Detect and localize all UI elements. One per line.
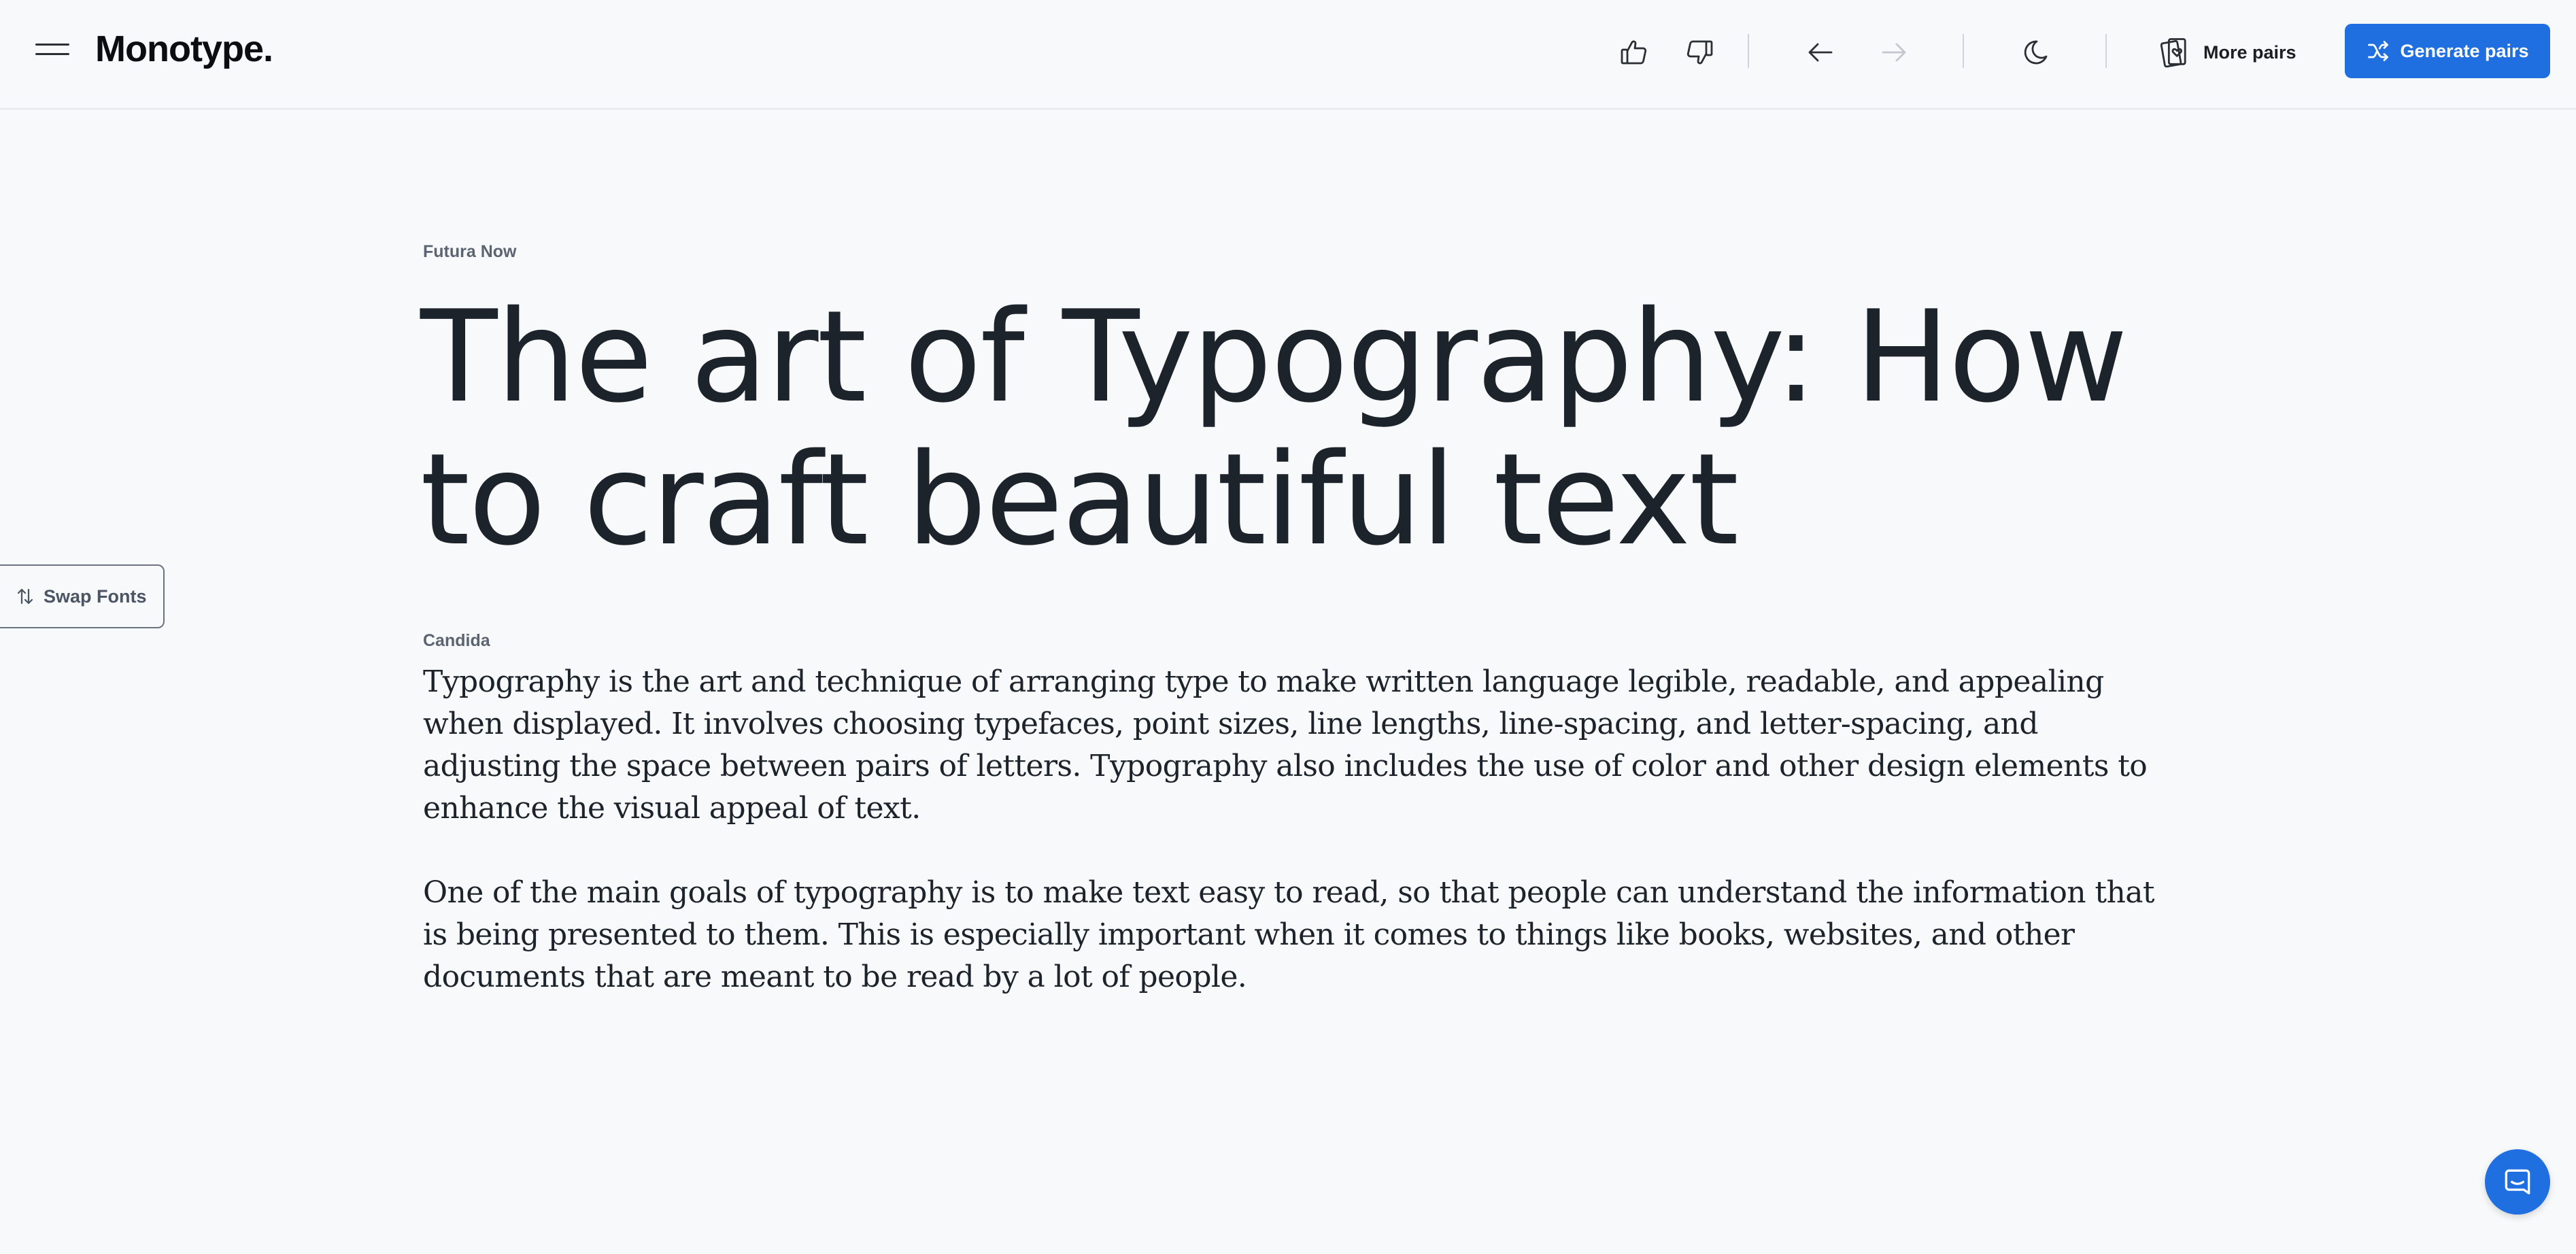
cards-heart-icon (2160, 38, 2186, 68)
moon-icon[interactable] (2013, 30, 2058, 75)
arrow-right-icon[interactable] (1871, 30, 1916, 75)
chat-icon[interactable] (2485, 1149, 2550, 1215)
monotype-logo[interactable]: Monotype. (95, 24, 273, 73)
hamburger-menu-icon[interactable] (34, 35, 72, 63)
divider (1748, 34, 1749, 68)
divider (1963, 34, 1964, 68)
more-pairs-button[interactable]: More pairs (2157, 30, 2297, 75)
paragraph: Typography is the art and technique of a… (423, 664, 2148, 826)
more-pairs-label: More pairs (2203, 41, 2297, 63)
swap-arrows-icon (17, 588, 33, 605)
swap-fonts-label: Swap Fonts (44, 586, 147, 607)
thumbs-up-icon[interactable] (1612, 30, 1657, 75)
swap-fonts-button[interactable]: Swap Fonts (0, 564, 165, 628)
arrow-left-icon[interactable] (1798, 30, 1843, 75)
divider (2105, 34, 2107, 68)
body-text: Typography is the art and technique of a… (423, 661, 2184, 1040)
top-bar: Monotype. More pairs Generate pairs (0, 0, 2576, 109)
body-font-name: Candida (423, 631, 490, 650)
paragraph: One of the main goals of typography is t… (423, 875, 2155, 994)
thumbs-down-icon[interactable] (1677, 30, 1722, 75)
shuffle-icon (2368, 41, 2389, 61)
heading-font-name: Futura Now (423, 242, 517, 261)
headline: The art of Typography: How to craft beau… (420, 283, 2128, 573)
generate-pairs-label: Generate pairs (2400, 40, 2529, 61)
generate-pairs-button[interactable]: Generate pairs (2345, 24, 2550, 78)
